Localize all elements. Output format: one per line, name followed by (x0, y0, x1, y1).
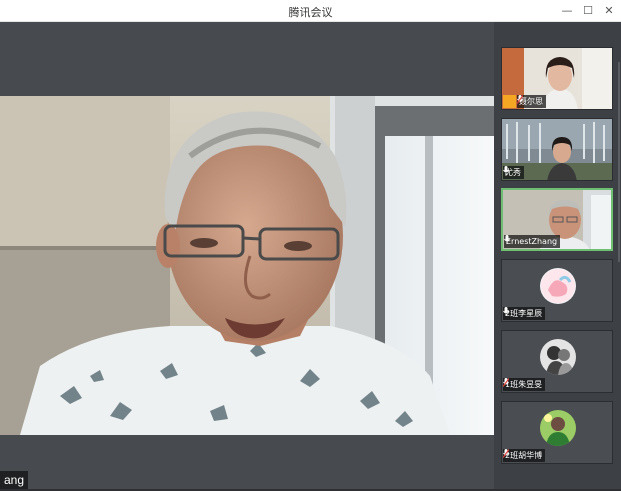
participant-label: 聂尔思 (517, 95, 546, 108)
main-stage: ang (0, 22, 494, 490)
host-badge-icon (503, 95, 516, 108)
avatar (540, 339, 576, 375)
participant-tile[interactable]: 2班胡华博 (501, 401, 613, 464)
mic-icon (504, 235, 510, 244)
mic-muted-icon (503, 449, 509, 458)
participant-tile-active[interactable]: ErnestZhang (501, 188, 613, 251)
participant-tile[interactable]: 1班朱昱旻 (501, 330, 613, 393)
avatar (540, 410, 576, 446)
participant-tile[interactable]: 尤秀 (501, 118, 613, 181)
participant-label: 2班胡华博 (503, 449, 546, 462)
mic-muted-icon (503, 378, 509, 387)
speaker-name-tag: ang (0, 471, 29, 489)
window-title: 腾讯会议 (288, 6, 333, 19)
participant-label: ErnestZhang (504, 235, 561, 248)
participant-label: 2班李星辰 (503, 307, 546, 320)
avatar (540, 268, 576, 304)
participant-name: 2班李星辰 (505, 309, 543, 318)
sidebar-scrollbar[interactable] (618, 62, 620, 262)
participant-name: 1班朱昱旻 (505, 380, 543, 389)
main-video[interactable] (0, 96, 494, 435)
participant-name: 2班胡华博 (505, 451, 543, 460)
participant-tile[interactable]: 2班李星辰 (501, 259, 613, 322)
close-button[interactable]: ✕ (601, 3, 617, 19)
participant-label: 尤秀 (503, 166, 524, 179)
participant-tile[interactable]: 聂尔思 (501, 47, 613, 110)
participant-name: ErnestZhang (506, 237, 558, 246)
mic-muted-icon (517, 95, 523, 104)
participant-label: 1班朱昱旻 (503, 378, 546, 391)
mic-icon (503, 307, 509, 316)
participant-sidebar: 聂尔思 尤秀 ErnestZhang 2班李星辰 1班朱昱旻 2班胡华博 (494, 22, 621, 490)
maximize-button[interactable]: ☐ (580, 3, 596, 19)
minimize-button[interactable]: — (559, 3, 575, 19)
window-titlebar: 腾讯会议 — ☐ ✕ (0, 0, 621, 22)
mic-icon (503, 166, 509, 175)
